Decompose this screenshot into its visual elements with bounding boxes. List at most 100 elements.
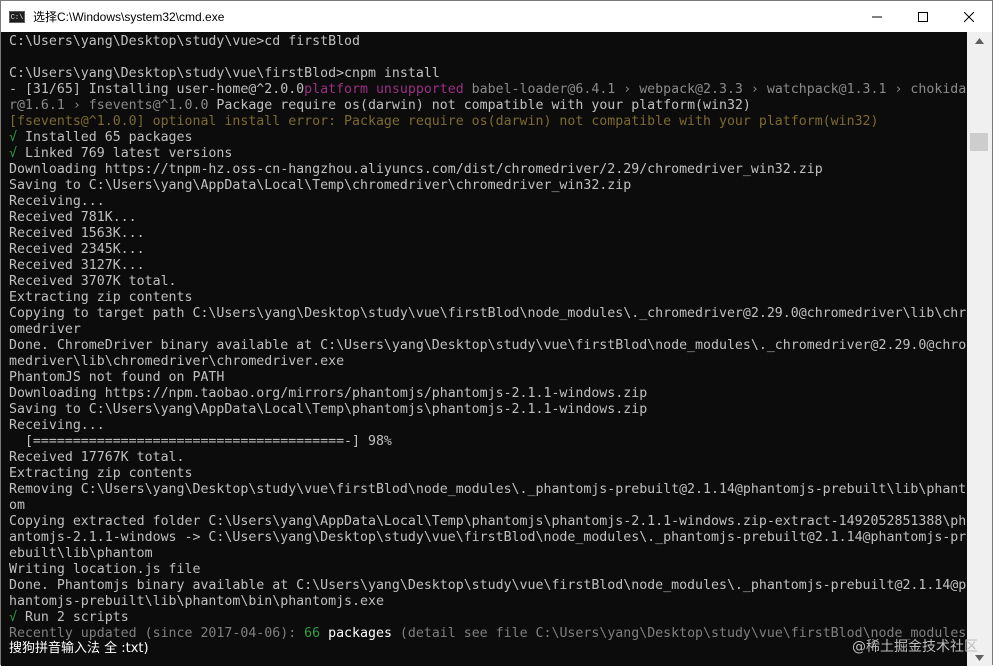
console-line: [=======================================… xyxy=(9,434,392,450)
minimize-icon xyxy=(872,16,882,17)
cmd-window: C:\ 选择C:\Windows\system32\cmd.exe C:\Use… xyxy=(0,0,993,666)
console-line: Done. ChromeDriver binary available at C… xyxy=(9,338,966,354)
cmd-app-icon[interactable]: C:\ xyxy=(9,10,25,23)
console-text-segment: C:\Users\yang\Desktop\study\vue\firstBlo… xyxy=(9,66,440,81)
console-text-segment: Extracting zip contents xyxy=(9,290,193,305)
console-line: Extracting zip contents xyxy=(9,466,192,482)
console-line: antomjs-2.1.1-windows -> C:\Users\yang\D… xyxy=(9,530,966,546)
console-text-segment: Package require os(darwin) not compatibl… xyxy=(208,98,751,113)
scroll-up-button[interactable] xyxy=(967,32,992,49)
maximize-button[interactable] xyxy=(900,1,946,32)
vertical-scrollbar[interactable] xyxy=(967,32,992,666)
minimize-button[interactable] xyxy=(854,1,900,32)
console-line: C:\Users\yang\Desktop\study\vue\firstBlo… xyxy=(9,66,440,82)
close-button[interactable] xyxy=(946,1,992,32)
console-text-segment: Received 17767K total. xyxy=(9,450,185,465)
console-text-segment: √ xyxy=(9,610,17,625)
console-text-segment: Copying to target path C:\Users\yang\Des… xyxy=(9,306,967,321)
console-text-segment: √ xyxy=(9,130,17,145)
console-line: ebuilt\lib\phantom xyxy=(9,546,153,562)
console-text-segment: Copying extracted folder C:\Users\yang\A… xyxy=(9,514,967,529)
window-title: 选择C:\Windows\system32\cmd.exe xyxy=(33,10,225,24)
console-text-segment: om xyxy=(9,498,25,513)
console-text-segment: hantomjs-prebuilt\lib\phantom\bin\phanto… xyxy=(9,594,384,609)
console-line: Received 17767K total. xyxy=(9,450,185,466)
console-line: omedriver xyxy=(9,322,81,338)
console-line: hantomjs-prebuilt\lib\phantom\bin\phanto… xyxy=(9,594,384,610)
console-line: r@1.6.1 › fsevents@^1.0.0 Package requir… xyxy=(9,98,751,114)
console-line: [fsevents@^1.0.0] optional install error… xyxy=(9,114,879,130)
console-line: √ Installed 65 packages xyxy=(9,130,192,146)
console-text-segment: Saving to C:\Users\yang\AppData\Local\Te… xyxy=(9,402,648,417)
console-text-segment: Installed 65 packages xyxy=(16,130,193,145)
console-text-segment: Received 3707K total. xyxy=(9,274,177,289)
console-text-segment: Received 2345K... xyxy=(9,242,145,257)
console-text-segment: C:\Users\yang\Desktop\study\vue>cd first… xyxy=(9,34,360,49)
console-text-segment: PhantomJS not found on PATH xyxy=(9,370,225,385)
console-text-segment: Received 1563K... xyxy=(9,226,145,241)
console-text-segment: Downloading https://tnpm-hz.oss-cn-hangz… xyxy=(9,162,823,177)
console-line: Removing C:\Users\yang\Desktop\study\vue… xyxy=(9,482,966,498)
console-text-segment: Writing location.js file xyxy=(9,562,201,577)
console-line: Receiving... xyxy=(9,194,105,210)
console-line: Saving to C:\Users\yang\AppData\Local\Te… xyxy=(9,178,631,194)
console-text-segment: r@1.6.1 › fsevents@^1.0.0 xyxy=(9,98,209,113)
console-text-segment: [fsevents@^1.0.0] optional install error… xyxy=(9,114,879,129)
console-text-segment: platform unsupported xyxy=(304,82,464,97)
console-text-segment: Done. Phantomjs binary available at C:\U… xyxy=(9,578,967,593)
console-output[interactable]: C:\Users\yang\Desktop\study\vue>cd first… xyxy=(1,32,969,666)
console-text-segment: - [31/65] Installing user-home@^2.0.0 xyxy=(9,82,305,97)
console-text-segment: Received 3127K... xyxy=(9,258,145,273)
console-line: Receiving... xyxy=(9,418,105,434)
console-line: Extracting zip contents xyxy=(9,290,192,306)
console-line: √ Linked 769 latest versions xyxy=(9,146,232,162)
console-line: Copying extracted folder C:\Users\yang\A… xyxy=(9,514,966,530)
ime-status-bar[interactable]: 搜狗拼音输入法 全 :txt) xyxy=(9,641,149,657)
console-text-segment: Run 2 scripts xyxy=(16,610,129,625)
maximize-icon xyxy=(918,11,928,22)
console-text-segment: Saving to C:\Users\yang\AppData\Local\Te… xyxy=(9,178,632,193)
console-line: C:\Users\yang\Desktop\study\vue>cd first… xyxy=(9,34,360,50)
console-line: Downloading https://tnpm-hz.oss-cn-hangz… xyxy=(9,162,823,178)
console-text-segment: medriver\lib\chromedriver\chromedriver.e… xyxy=(9,354,345,369)
console-line: Received 3707K total. xyxy=(9,274,177,290)
console-text-segment: antomjs-2.1.1-windows -> C:\Users\yang\D… xyxy=(9,530,967,545)
console-text-segment: √ xyxy=(9,146,17,161)
console-line: Received 2345K... xyxy=(9,242,145,258)
console-line: Writing location.js file xyxy=(9,562,200,578)
watermark: @稀土掘金技术社区 xyxy=(852,639,978,655)
console-line: - [31/65] Installing user-home@^2.0.0pla… xyxy=(9,82,966,98)
title-bar[interactable]: C:\ 选择C:\Windows\system32\cmd.exe xyxy=(1,1,992,32)
scrollbar-thumb[interactable] xyxy=(970,133,988,151)
close-icon xyxy=(964,11,974,22)
console-line: Received 781K... xyxy=(9,210,137,226)
console-text-segment: ebuilt\lib\phantom xyxy=(9,546,153,561)
console-text-segment: Recently updated (since 2017-04-06): xyxy=(9,626,305,641)
console-line: Received 1563K... xyxy=(9,226,145,242)
console-line: √ Run 2 scripts xyxy=(9,610,129,626)
console-text-segment: Removing C:\Users\yang\Desktop\study\vue… xyxy=(9,482,967,497)
console-line: Saving to C:\Users\yang\AppData\Local\Te… xyxy=(9,402,647,418)
console-line: medriver\lib\chromedriver\chromedriver.e… xyxy=(9,354,344,370)
console-line: om xyxy=(9,498,25,514)
console-text-segment: 66 xyxy=(304,626,321,641)
console-text-segment: omedriver xyxy=(9,322,81,337)
console-text-segment: Done. ChromeDriver binary available at C… xyxy=(9,338,967,353)
console-line: PhantomJS not found on PATH xyxy=(9,370,224,386)
console-text-segment: Linked 769 latest versions xyxy=(16,146,233,161)
console-line: Received 3127K... xyxy=(9,258,145,274)
console-line: Done. Phantomjs binary available at C:\U… xyxy=(9,578,966,594)
console-text-segment: babel-loader@6.4.1 › webpack@2.3.3 › wat… xyxy=(463,82,967,97)
chevron-up-icon xyxy=(975,37,984,44)
console-text-segment: packages xyxy=(320,626,400,641)
window-controls xyxy=(854,1,992,32)
console-text-segment: [=======================================… xyxy=(9,434,392,449)
console-text-segment: Received 781K... xyxy=(9,210,137,225)
console-text-segment: Extracting zip contents xyxy=(9,466,193,481)
console-text-segment: Downloading https://npm.taobao.org/mirro… xyxy=(9,386,648,401)
console-text-segment: Receiving... xyxy=(9,194,105,209)
console-line: Downloading https://npm.taobao.org/mirro… xyxy=(9,386,647,402)
console-line: Recently updated (since 2017-04-06): 66 … xyxy=(9,626,966,642)
console-text-segment: Receiving... xyxy=(9,418,105,433)
console-line: Copying to target path C:\Users\yang\Des… xyxy=(9,306,966,322)
